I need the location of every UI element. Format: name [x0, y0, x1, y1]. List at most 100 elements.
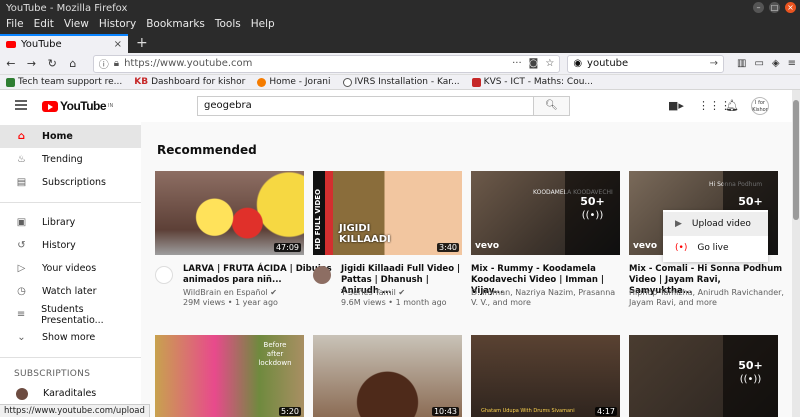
menu-file[interactable]: File: [6, 18, 24, 30]
tab-strip: YouTube × +: [0, 32, 800, 53]
video-thumbnail[interactable]: 10:43: [313, 335, 462, 417]
bookmarks-toolbar: Tech team support re... KB Dashboard for …: [0, 75, 800, 90]
sidebar-item-watch-later[interactable]: ◷ Watch later: [0, 280, 141, 303]
bookmark-item[interactable]: IVRS Installation - Kar...: [342, 77, 460, 87]
video-thumbnail[interactable]: 47:09: [155, 171, 304, 255]
channel-name[interactable]: WildBrain en Español ✔: [183, 288, 277, 297]
thumbnail-side-text: HD FULL VIDEO: [314, 188, 322, 250]
video-thumbnail[interactable]: KOODAMELA KOODAVECHI vevo 50+ ((•)): [471, 171, 620, 255]
bookmark-item[interactable]: Home - Jorani: [257, 77, 331, 87]
youtube-header: YouTube IN geogebra 🔍︎ ■▸ ⋮⋮⋮ 🔔︎ I for K…: [0, 90, 792, 122]
channel-avatar[interactable]: [313, 266, 331, 284]
sidebar-item-show-more[interactable]: ⌄ Show more: [0, 326, 141, 349]
menu-bookmarks[interactable]: Bookmarks: [146, 18, 205, 30]
sidebar-item-home[interactable]: ⌂ Home: [0, 125, 141, 148]
open-menu-icon[interactable]: ≡: [788, 58, 796, 69]
reload-button[interactable]: ↻: [45, 57, 59, 70]
video-thumbnail[interactable]: Ghatam Udupa With Drums Sivamani 4:17: [471, 335, 620, 417]
library-toolbar-icon[interactable]: ▥: [737, 58, 746, 69]
page-scrollbar[interactable]: [792, 90, 800, 417]
sidebar-toggle-icon[interactable]: ▭: [754, 58, 763, 69]
bookmark-favicon-icon: [471, 77, 481, 87]
mix-radio-icon: ((•)): [581, 210, 604, 221]
info-icon[interactable]: ⓘ: [99, 56, 109, 71]
vevo-logo: vevo: [475, 241, 500, 251]
page-actions-icon[interactable]: ···: [512, 58, 522, 69]
notifications-bell-icon[interactable]: 🔔︎: [725, 99, 739, 112]
tab-label: YouTube: [21, 39, 62, 50]
sidebar-item-trending[interactable]: ♨ Trending: [0, 148, 141, 171]
maximize-button[interactable]: □: [769, 2, 780, 13]
guide-menu-button[interactable]: [15, 100, 27, 112]
sidebar-item-playlist[interactable]: ≡ Students Presentatio...: [0, 303, 141, 326]
sidebar-item-subscriptions[interactable]: ▤ Subscriptions: [0, 171, 141, 194]
pocket-icon[interactable]: ◙: [529, 58, 539, 69]
bookmark-item[interactable]: Tech team support re...: [6, 77, 122, 87]
upload-video-menu-item[interactable]: ▶ Upload video: [663, 212, 768, 236]
bookmark-star-icon[interactable]: ☆: [545, 58, 554, 69]
forward-button[interactable]: →: [25, 57, 39, 70]
create-menu-dropdown: ▶ Upload video (•) Go live: [663, 210, 768, 262]
window-titlebar: YouTube - Mozilla Firefox – □ ×: [0, 0, 800, 16]
video-thumbnail[interactable]: HD FULL VIDEO JIGIDI KILLAADI 3:40: [313, 171, 462, 255]
bookmark-item[interactable]: KB Dashboard for kishor: [134, 77, 245, 87]
scrollbar-thumb[interactable]: [793, 100, 799, 220]
extension-icon[interactable]: ◈: [772, 58, 780, 69]
search-go-icon[interactable]: →: [710, 58, 718, 69]
mix-count: 50+: [580, 195, 605, 208]
url-text[interactable]: https://www.youtube.com: [124, 58, 252, 69]
youtube-search-button[interactable]: 🔍︎: [534, 96, 570, 116]
channel-avatar[interactable]: [155, 266, 173, 284]
menu-history[interactable]: History: [99, 18, 136, 30]
flame-icon: ♨: [17, 154, 26, 165]
subscriptions-icon: ▤: [16, 177, 27, 188]
youtube-search-input[interactable]: geogebra: [197, 96, 534, 116]
bookmark-favicon-icon: [257, 77, 267, 87]
playlist-icon: ≡: [16, 309, 26, 320]
close-tab-icon[interactable]: ×: [114, 39, 122, 50]
account-avatar[interactable]: I for Kishor: [751, 97, 769, 115]
channel-name[interactable]: Hiphop Tamizha, Anirudh Ravichander, Jay…: [629, 288, 784, 307]
search-bar[interactable]: ◉ youtube →: [567, 54, 724, 73]
video-duration: 47:09: [273, 243, 301, 252]
create-video-icon[interactable]: ■▸: [668, 99, 684, 112]
lock-icon[interactable]: 🔒︎: [114, 58, 119, 69]
vevo-logo: vevo: [633, 241, 658, 251]
channel-name[interactable]: D. Imman, Nazriya Nazim, Prasanna V. V.,…: [471, 288, 615, 307]
thumbnail-caption: JIGIDI KILLAADI: [339, 223, 391, 245]
live-icon: (•): [675, 243, 688, 253]
tab-youtube[interactable]: YouTube ×: [0, 34, 128, 53]
sidebar-item-subscription[interactable]: Karaditales: [0, 382, 141, 405]
sidebar-item-library[interactable]: ▣ Library: [0, 211, 141, 234]
sidebar-item-history[interactable]: ↺ History: [0, 234, 141, 257]
mix-overlay: 50+ ((•)): [723, 335, 778, 417]
video-thumbnail[interactable]: Before after lockdown 5:20: [155, 335, 304, 417]
youtube-logo[interactable]: YouTube IN: [42, 99, 113, 113]
video-duration: 5:20: [279, 407, 301, 416]
url-bar[interactable]: ⓘ 🔒︎ https://www.youtube.com ··· ◙ ☆: [92, 54, 561, 73]
menu-view[interactable]: View: [64, 18, 89, 30]
bookmark-item[interactable]: KVS - ICT - Maths: Cou...: [471, 77, 593, 87]
search-engine-icon[interactable]: ◉: [573, 58, 582, 69]
youtube-favicon-icon: [6, 41, 16, 48]
go-live-menu-item[interactable]: (•) Go live: [663, 236, 768, 260]
video-thumbnail[interactable]: 50+ ((•)): [629, 335, 778, 417]
status-bar-url: https://www.youtube.com/upload: [0, 404, 150, 417]
video-title[interactable]: LARVA | FRUTA ÁCIDA | Dibujos animados p…: [183, 264, 333, 286]
video-channel-and-stats: Hiphop Tamizha, Anirudh Ravichander, Jay…: [629, 288, 784, 308]
globe-icon: [342, 77, 352, 87]
new-tab-button[interactable]: +: [136, 34, 148, 53]
search-bar-value[interactable]: youtube: [587, 58, 628, 69]
close-window-button[interactable]: ×: [785, 2, 796, 13]
menu-help[interactable]: Help: [251, 18, 275, 30]
youtube-page: YouTube IN geogebra 🔍︎ ■▸ ⋮⋮⋮ 🔔︎ I for K…: [0, 90, 792, 417]
video-duration: 3:40: [437, 243, 459, 252]
back-button[interactable]: ←: [4, 57, 18, 70]
menu-tools[interactable]: Tools: [215, 18, 241, 30]
channel-name[interactable]: T-Series Tamil ✔: [341, 288, 405, 297]
minimize-button[interactable]: –: [753, 2, 764, 13]
home-button[interactable]: ⌂: [66, 57, 80, 70]
menu-bar: File Edit View History Bookmarks Tools H…: [0, 16, 800, 32]
sidebar-item-your-videos[interactable]: ▷ Your videos: [0, 257, 141, 280]
menu-edit[interactable]: Edit: [34, 18, 54, 30]
